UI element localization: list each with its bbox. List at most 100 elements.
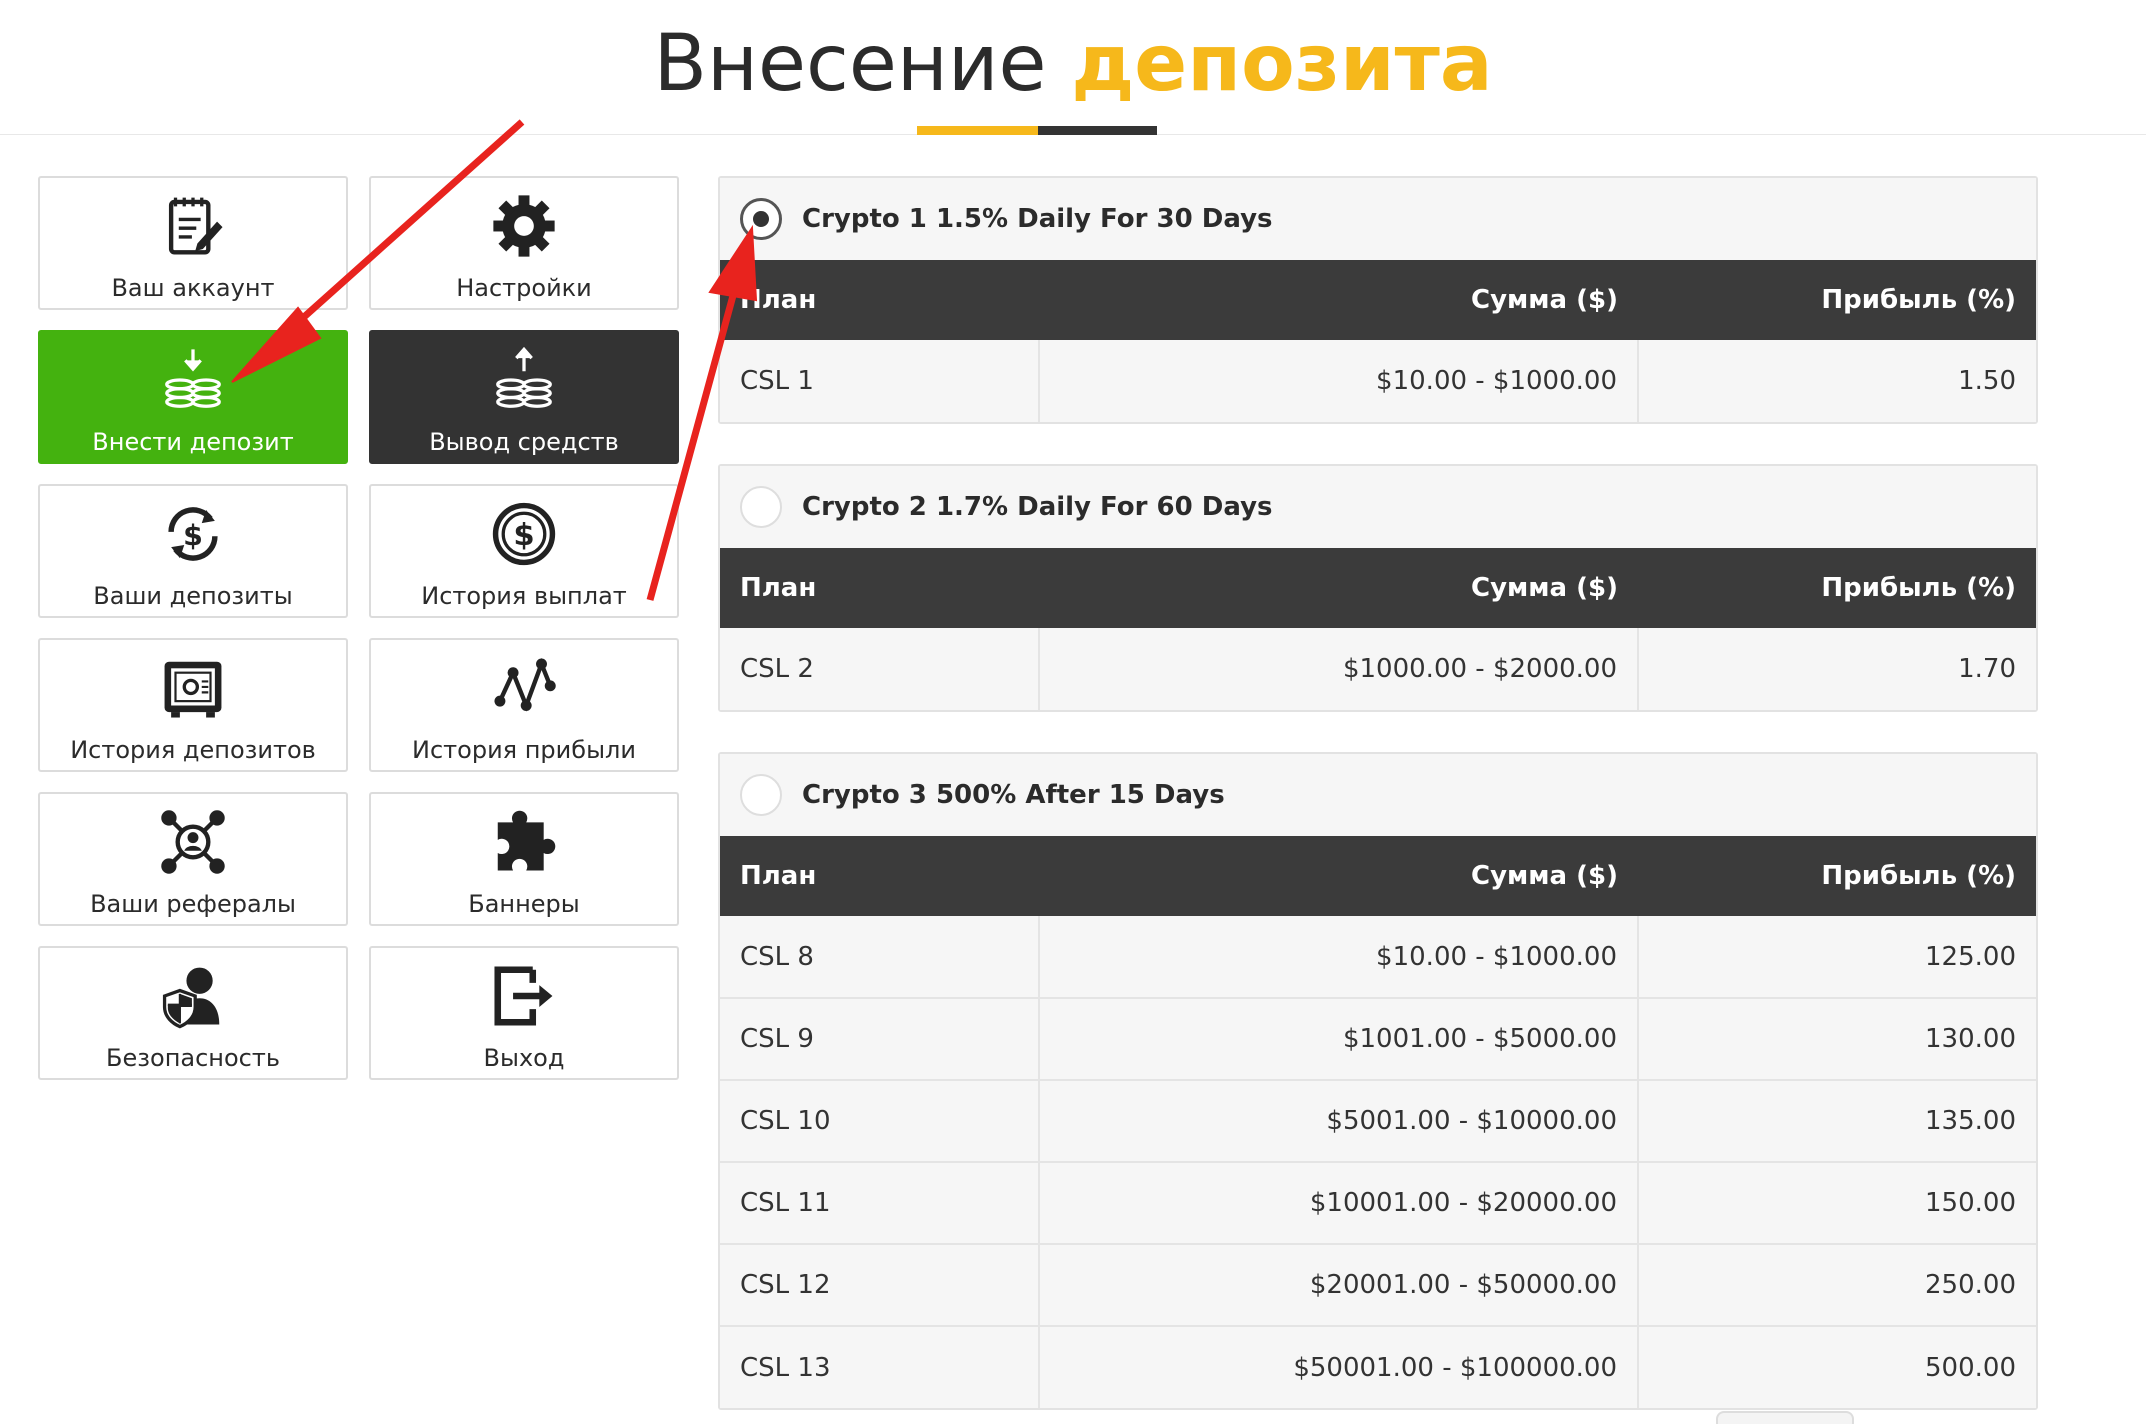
deposit-coins-icon: [155, 342, 231, 418]
svg-text:$: $: [183, 519, 203, 552]
plan-header[interactable]: Crypto 2 1.7% Daily For 60 Days: [720, 466, 2036, 548]
amount-range: $5001.00 - $10000.00: [1039, 1079, 1639, 1162]
dollar-refresh-icon: $: [155, 496, 231, 572]
plan-code: CSL 8: [720, 916, 1040, 998]
page-title-main: Внесение: [653, 19, 1047, 109]
table-row: CSL 8 $10.00 - $1000.00 125.00: [720, 916, 2036, 998]
column-header-amount: Сумма ($): [1471, 285, 1618, 315]
amount-range: $20001.00 - $50000.00: [1039, 1243, 1639, 1326]
plan-name: Crypto 1 1.5% Daily For 30 Days: [802, 204, 1273, 234]
menu-item-security[interactable]: Безопасность: [38, 946, 348, 1080]
menu-item-label: Выход: [483, 1044, 565, 1072]
table-row: CSL 12 $20001.00 - $50000.00 250.00: [720, 1243, 2036, 1326]
title-underline-accent: [917, 126, 1038, 135]
plan-header[interactable]: Crypto 3 500% After 15 Days: [720, 754, 2036, 836]
table-row: CSL 9 $1001.00 - $5000.00 130.00: [720, 997, 2036, 1080]
menu-item-payout-history[interactable]: $ История выплат: [369, 484, 679, 618]
menu-item-label: Баннеры: [468, 890, 580, 918]
withdraw-coins-icon: [486, 342, 562, 418]
plan-code: CSL 2: [720, 628, 1040, 710]
amount-range: $10001.00 - $20000.00: [1039, 1161, 1639, 1244]
menu-item-logout[interactable]: Выход: [369, 946, 679, 1080]
amount-range: $50001.00 - $100000.00: [1039, 1325, 1639, 1408]
menu-item-label: Внести депозит: [92, 428, 294, 456]
title-underline-dark: [1038, 126, 1157, 135]
menu-item-label: История прибыли: [412, 736, 636, 764]
menu-item-banners[interactable]: Баннеры: [369, 792, 679, 926]
amount-range: $10.00 - $1000.00: [1039, 340, 1639, 422]
column-header-plan: План: [740, 285, 817, 315]
profit-percent: 135.00: [1638, 1079, 2036, 1162]
profit-percent: 130.00: [1638, 997, 2036, 1080]
profit-percent: 125.00: [1925, 941, 2016, 972]
table-row: CSL 1 $10.00 - $1000.00 1.50: [720, 340, 2036, 422]
menu-item-label: Настройки: [456, 274, 592, 302]
column-header-plan: План: [740, 573, 817, 603]
referral-network-icon: [155, 804, 231, 880]
plan-card: Crypto 3 500% After 15 Days План Сумма (…: [718, 752, 2038, 1410]
menu-item-profit-history[interactable]: История прибыли: [369, 638, 679, 772]
plan-table-header: План Сумма ($) Прибыль (%): [720, 260, 2036, 340]
plan-table: План Сумма ($) Прибыль (%) CSL 1 $10.00 …: [720, 260, 2036, 422]
plan-radio[interactable]: [740, 774, 782, 816]
plan-table: План Сумма ($) Прибыль (%) CSL 2 $1000.0…: [720, 548, 2036, 710]
plan-code: CSL 13: [720, 1325, 1040, 1408]
plan-name: Crypto 3 500% After 15 Days: [802, 780, 1225, 810]
profit-percent: 150.00: [1638, 1161, 2036, 1244]
plan-card: Crypto 1 1.5% Daily For 30 Days План Сум…: [718, 176, 2038, 424]
profit-percent: 500.00: [1638, 1325, 2036, 1408]
column-header-amount: Сумма ($): [1471, 861, 1618, 891]
edit-document-icon: [155, 188, 231, 264]
user-shield-icon: [155, 958, 231, 1034]
svg-text:$: $: [513, 518, 534, 553]
plan-name: Crypto 2 1.7% Daily For 60 Days: [802, 492, 1273, 522]
table-row: CSL 11 $10001.00 - $20000.00 150.00: [720, 1161, 2036, 1244]
table-row: CSL 10 $5001.00 - $10000.00 135.00: [720, 1079, 2036, 1162]
column-header-profit: Прибыль (%): [1821, 285, 2016, 315]
menu-item-label: Ваш аккаунт: [111, 274, 275, 302]
profit-percent: 1.70: [1958, 654, 2016, 684]
plan-table-header: План Сумма ($) Прибыль (%): [720, 836, 2036, 916]
menu-item-label: Безопасность: [106, 1044, 280, 1072]
amount-range: $10.00 - $1000.00: [1039, 916, 1639, 998]
menu-item-deposit[interactable]: Внести депозит: [38, 330, 348, 464]
plan-code: CSL 1: [720, 340, 1040, 422]
submit-button-partial[interactable]: [1716, 1411, 1854, 1424]
column-header-profit: Прибыль (%): [1821, 861, 2016, 891]
column-header-profit: Прибыль (%): [1821, 573, 2016, 603]
investment-plans: Crypto 1 1.5% Daily For 30 Days План Сум…: [718, 176, 2038, 1424]
menu-item-label: Ваши депозиты: [93, 582, 293, 610]
menu-item-label: Вывод средств: [429, 428, 619, 456]
plan-card: Crypto 2 1.7% Daily For 60 Days План Сум…: [718, 464, 2038, 712]
plan-radio-selected[interactable]: [740, 198, 782, 240]
title-underline: [917, 126, 1157, 135]
account-menu: Ваш аккаунт Настройки Внести депозит Выв…: [38, 176, 680, 1080]
page-header: Внесение депозита: [0, 0, 2146, 135]
puzzle-icon: [486, 804, 562, 880]
menu-item-label: История выплат: [421, 582, 627, 610]
plan-code: CSL 11: [720, 1161, 1040, 1244]
gear-icon: [486, 188, 562, 264]
dollar-circle-icon: $: [486, 496, 562, 572]
menu-item-withdraw[interactable]: Вывод средств: [369, 330, 679, 464]
amount-range: $1000.00 - $2000.00: [1039, 628, 1639, 710]
plan-radio[interactable]: [740, 486, 782, 528]
page-title: Внесение депозита: [0, 14, 2146, 114]
column-header-plan: План: [740, 861, 817, 891]
plan-code: CSL 10: [720, 1079, 1040, 1162]
safe-icon: [155, 650, 231, 726]
radio-dot-icon: [753, 211, 769, 227]
page-title-accent: депозита: [1071, 19, 1493, 109]
profit-percent: 250.00: [1638, 1243, 2036, 1326]
plan-header[interactable]: Crypto 1 1.5% Daily For 30 Days: [720, 178, 2036, 260]
menu-item-referrals[interactable]: Ваши рефералы: [38, 792, 348, 926]
menu-item-your-deposits[interactable]: $ Ваши депозиты: [38, 484, 348, 618]
menu-item-settings[interactable]: Настройки: [369, 176, 679, 310]
menu-item-deposit-history[interactable]: История депозитов: [38, 638, 348, 772]
menu-item-label: История депозитов: [70, 736, 316, 764]
table-row: CSL 13 $50001.00 - $100000.00 500.00: [720, 1325, 2036, 1408]
plan-code: CSL 9: [720, 997, 1040, 1080]
menu-item-label: Ваши рефералы: [90, 890, 296, 918]
plan-table: План Сумма ($) Прибыль (%) CSL 8 $10.00 …: [720, 836, 2036, 1408]
menu-item-account[interactable]: Ваш аккаунт: [38, 176, 348, 310]
